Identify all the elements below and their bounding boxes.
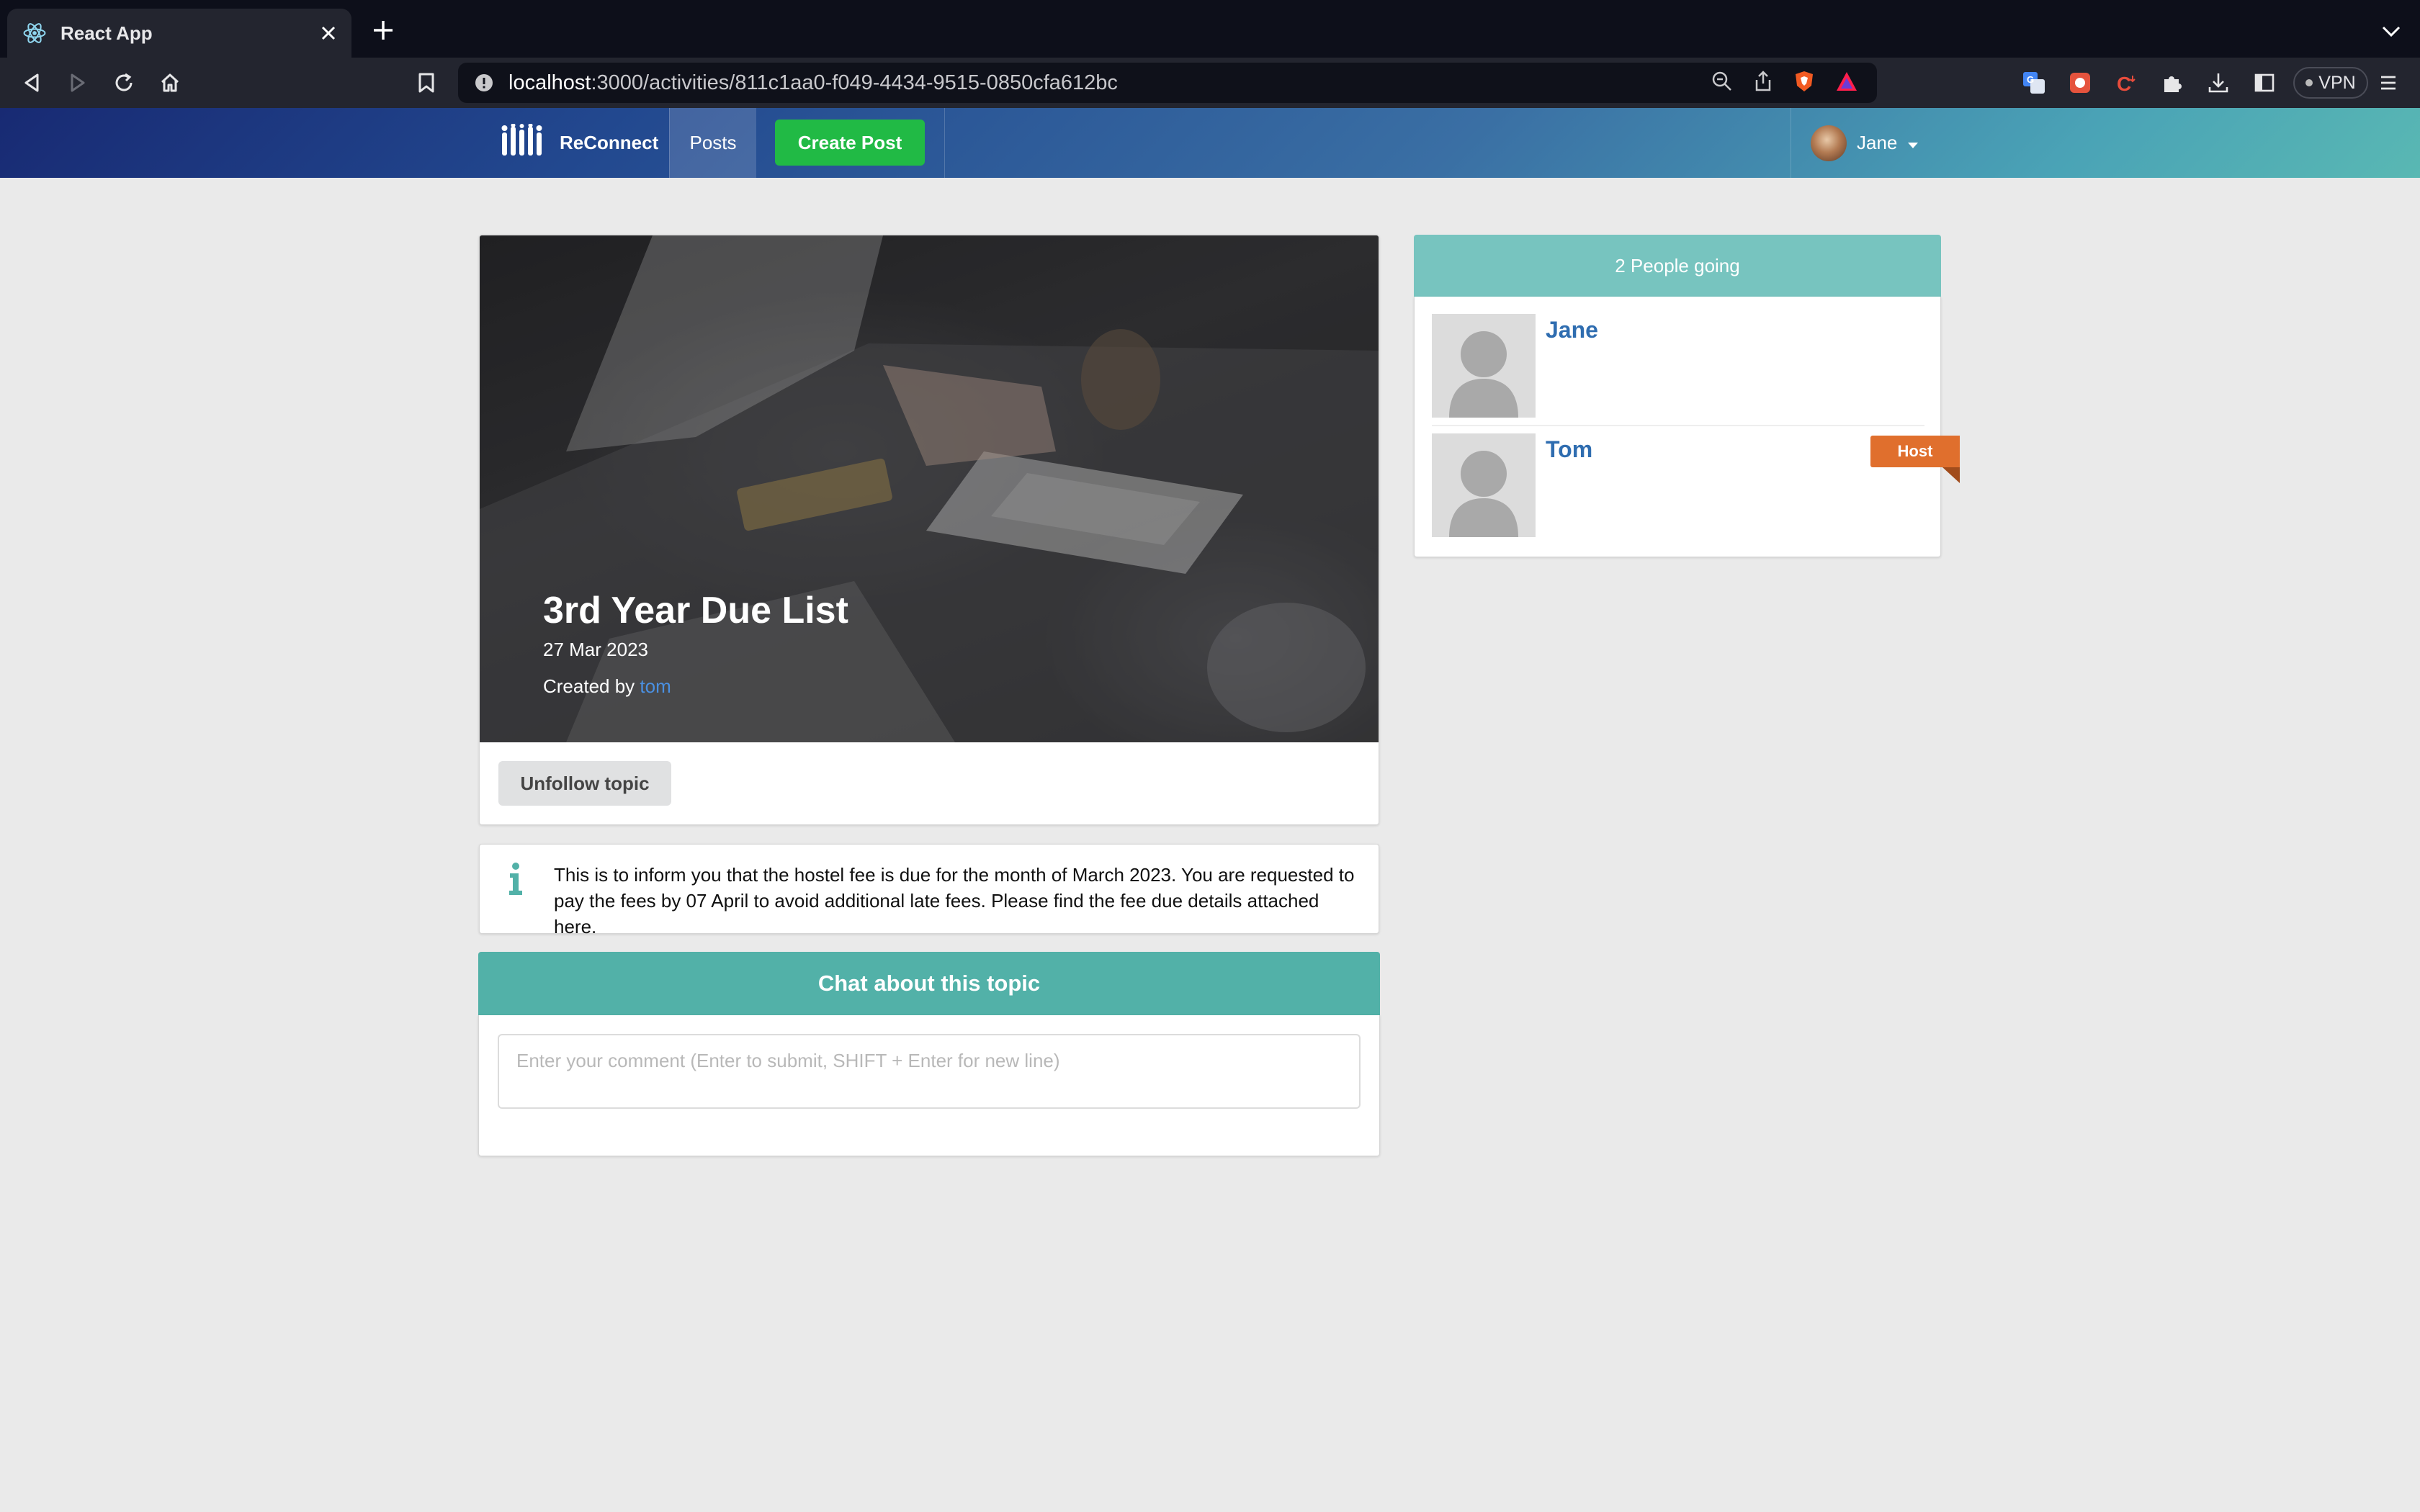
created-by-prefix: Created by: [543, 675, 640, 698]
sidebar-icon[interactable]: [2250, 68, 2279, 97]
svg-text:G: G: [2027, 74, 2034, 85]
attendees-card: Jane Tom: [1414, 297, 1941, 557]
share-icon[interactable]: [1753, 70, 1773, 96]
extension-lobster-icon[interactable]: [2066, 68, 2094, 97]
chat-card: [478, 1015, 1380, 1156]
unfollow-topic-button[interactable]: Unfollow topic: [498, 761, 671, 806]
host-profile-link[interactable]: tom: [640, 675, 671, 697]
nav-posts[interactable]: Posts: [669, 108, 756, 178]
url-host: localhost: [508, 71, 591, 94]
translate-icon[interactable]: G: [2020, 68, 2048, 97]
browser-tabstrip: React App: [0, 0, 2420, 58]
user-menu[interactable]: Jane: [1811, 108, 1919, 178]
url-path: :3000/activities/811c1aa0-f049-4434-9515…: [591, 71, 1118, 94]
activity-cover-image: 3rd Year Due List 27 Mar 2023 Created by…: [480, 235, 1379, 742]
brave-shield-icon[interactable]: [1793, 70, 1815, 96]
menu-icon[interactable]: [2374, 68, 2403, 97]
info-icon: [507, 862, 524, 896]
site-info-icon[interactable]: [472, 71, 496, 94]
react-icon: [20, 19, 49, 48]
caret-down-icon: [1907, 132, 1919, 154]
brand-link[interactable]: ReConnect: [501, 108, 658, 178]
extension-c-icon[interactable]: C: [2112, 68, 2141, 97]
new-tab-icon[interactable]: [369, 16, 398, 45]
zoom-out-icon[interactable]: [1711, 71, 1733, 96]
brand-name: ReConnect: [560, 132, 659, 153]
nav-divider: [944, 108, 945, 178]
chevron-down-icon[interactable]: [2378, 19, 2404, 45]
bookmark-icon[interactable]: [412, 68, 441, 97]
avatar: [1811, 125, 1847, 161]
reload-icon[interactable]: [109, 68, 138, 97]
home-icon[interactable]: [156, 68, 184, 97]
activity-header-card: 3rd Year Due List 27 Mar 2023 Created by…: [479, 235, 1379, 825]
extensions-puzzle-icon[interactable]: [2158, 68, 2187, 97]
url-text: localhost:3000/activities/811c1aa0-f049-…: [508, 71, 1711, 95]
attendee-avatar: [1432, 433, 1536, 537]
svg-text:C: C: [2117, 73, 2131, 94]
browser-toolbar: localhost:3000/activities/811c1aa0-f049-…: [0, 58, 2420, 108]
brand-logo-icon: [501, 123, 545, 162]
address-bar[interactable]: localhost:3000/activities/811c1aa0-f049-…: [458, 63, 1877, 103]
back-icon[interactable]: [17, 68, 46, 97]
activity-heading: 3rd Year Due List 27 Mar 2023 Created by…: [543, 588, 848, 698]
tab-title: React App: [60, 22, 153, 44]
app-navbar: ReConnect Posts Create Post Jane: [0, 108, 2420, 178]
vpn-label: VPN: [2318, 72, 2356, 93]
forward-icon[interactable]: [63, 68, 92, 97]
user-name: Jane: [1857, 132, 1898, 153]
attendee-avatar: [1432, 314, 1536, 418]
host-badge: Host: [1870, 436, 1960, 467]
attendee-name[interactable]: Jane: [1546, 317, 1598, 343]
activity-description: This is to inform you that the hostel fe…: [554, 864, 1355, 937]
vpn-button[interactable]: VPN: [2293, 67, 2368, 99]
close-tab-icon[interactable]: [314, 19, 343, 48]
browser-tab[interactable]: React App: [7, 9, 351, 58]
attendee-name[interactable]: Tom: [1546, 436, 1592, 463]
activity-date: 27 Mar 2023: [543, 639, 648, 661]
activity-created-by: Created by tom: [543, 675, 848, 698]
download-icon[interactable]: [2204, 68, 2233, 97]
brave-rewards-icon[interactable]: [1835, 71, 1858, 96]
create-post-button[interactable]: Create Post: [775, 120, 925, 166]
attendee-item: Jane: [1432, 297, 1924, 418]
vpn-status-dot: [2305, 79, 2313, 86]
host-badge-fold: [1942, 467, 1960, 483]
attendee-item: Tom: [1432, 416, 1924, 537]
attendees-header: 2 People going: [1414, 235, 1941, 297]
chat-header: Chat about this topic: [478, 952, 1380, 1015]
comment-input[interactable]: [498, 1034, 1361, 1109]
activity-title: 3rd Year Due List: [543, 590, 848, 631]
activity-description-card: This is to inform you that the hostel fe…: [479, 844, 1379, 937]
